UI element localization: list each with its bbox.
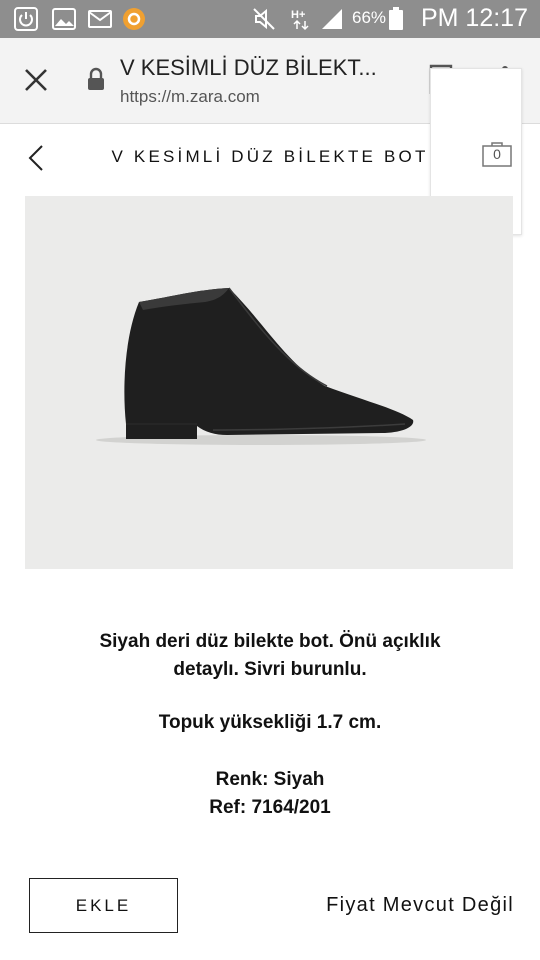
browser-url[interactable]: https://m.zara.com [120,87,260,107]
lock-icon [88,67,104,90]
product-description-line2: detaylı. Sivri burunlu. [173,659,367,680]
browser-page-title: V KESİMLİ DÜZ BİLEKT... [120,55,377,80]
power-icon [14,7,38,31]
product-description-line1: Siyah deri düz bilekte bot. Önü açıklık [99,631,441,652]
mute-icon [253,8,275,30]
page-title: V KESİMLİ DÜZ BİLEKTE BOT [111,147,429,166]
app-notification-icon [123,8,145,30]
product-heel-height: Topuk yüksekliği 1.7 cm. [158,712,382,733]
add-to-cart-button[interactable]: EKLE [29,878,178,933]
close-icon[interactable] [22,66,50,94]
product-color: Renk: Siyah [215,769,325,790]
battery-percentage: 66% [352,8,387,27]
status-bar: H+ 66% PM 12:17 [0,0,540,38]
clock: PM 12:17 [420,4,528,32]
image-icon [52,8,76,30]
cart-count[interactable]: 0 [481,146,513,162]
price-status: Fiyat Mevcut Değil [326,894,514,916]
signal-icon [322,9,342,29]
back-arrow-icon[interactable] [24,144,50,172]
product-reference: Ref: 7164/201 [209,797,331,818]
battery-icon [389,7,403,30]
product-image[interactable] [25,196,513,569]
svg-text:H+: H+ [291,9,305,21]
boot-illustration [96,287,426,445]
mail-icon [88,10,112,28]
data-network-icon: H+ [291,9,309,31]
